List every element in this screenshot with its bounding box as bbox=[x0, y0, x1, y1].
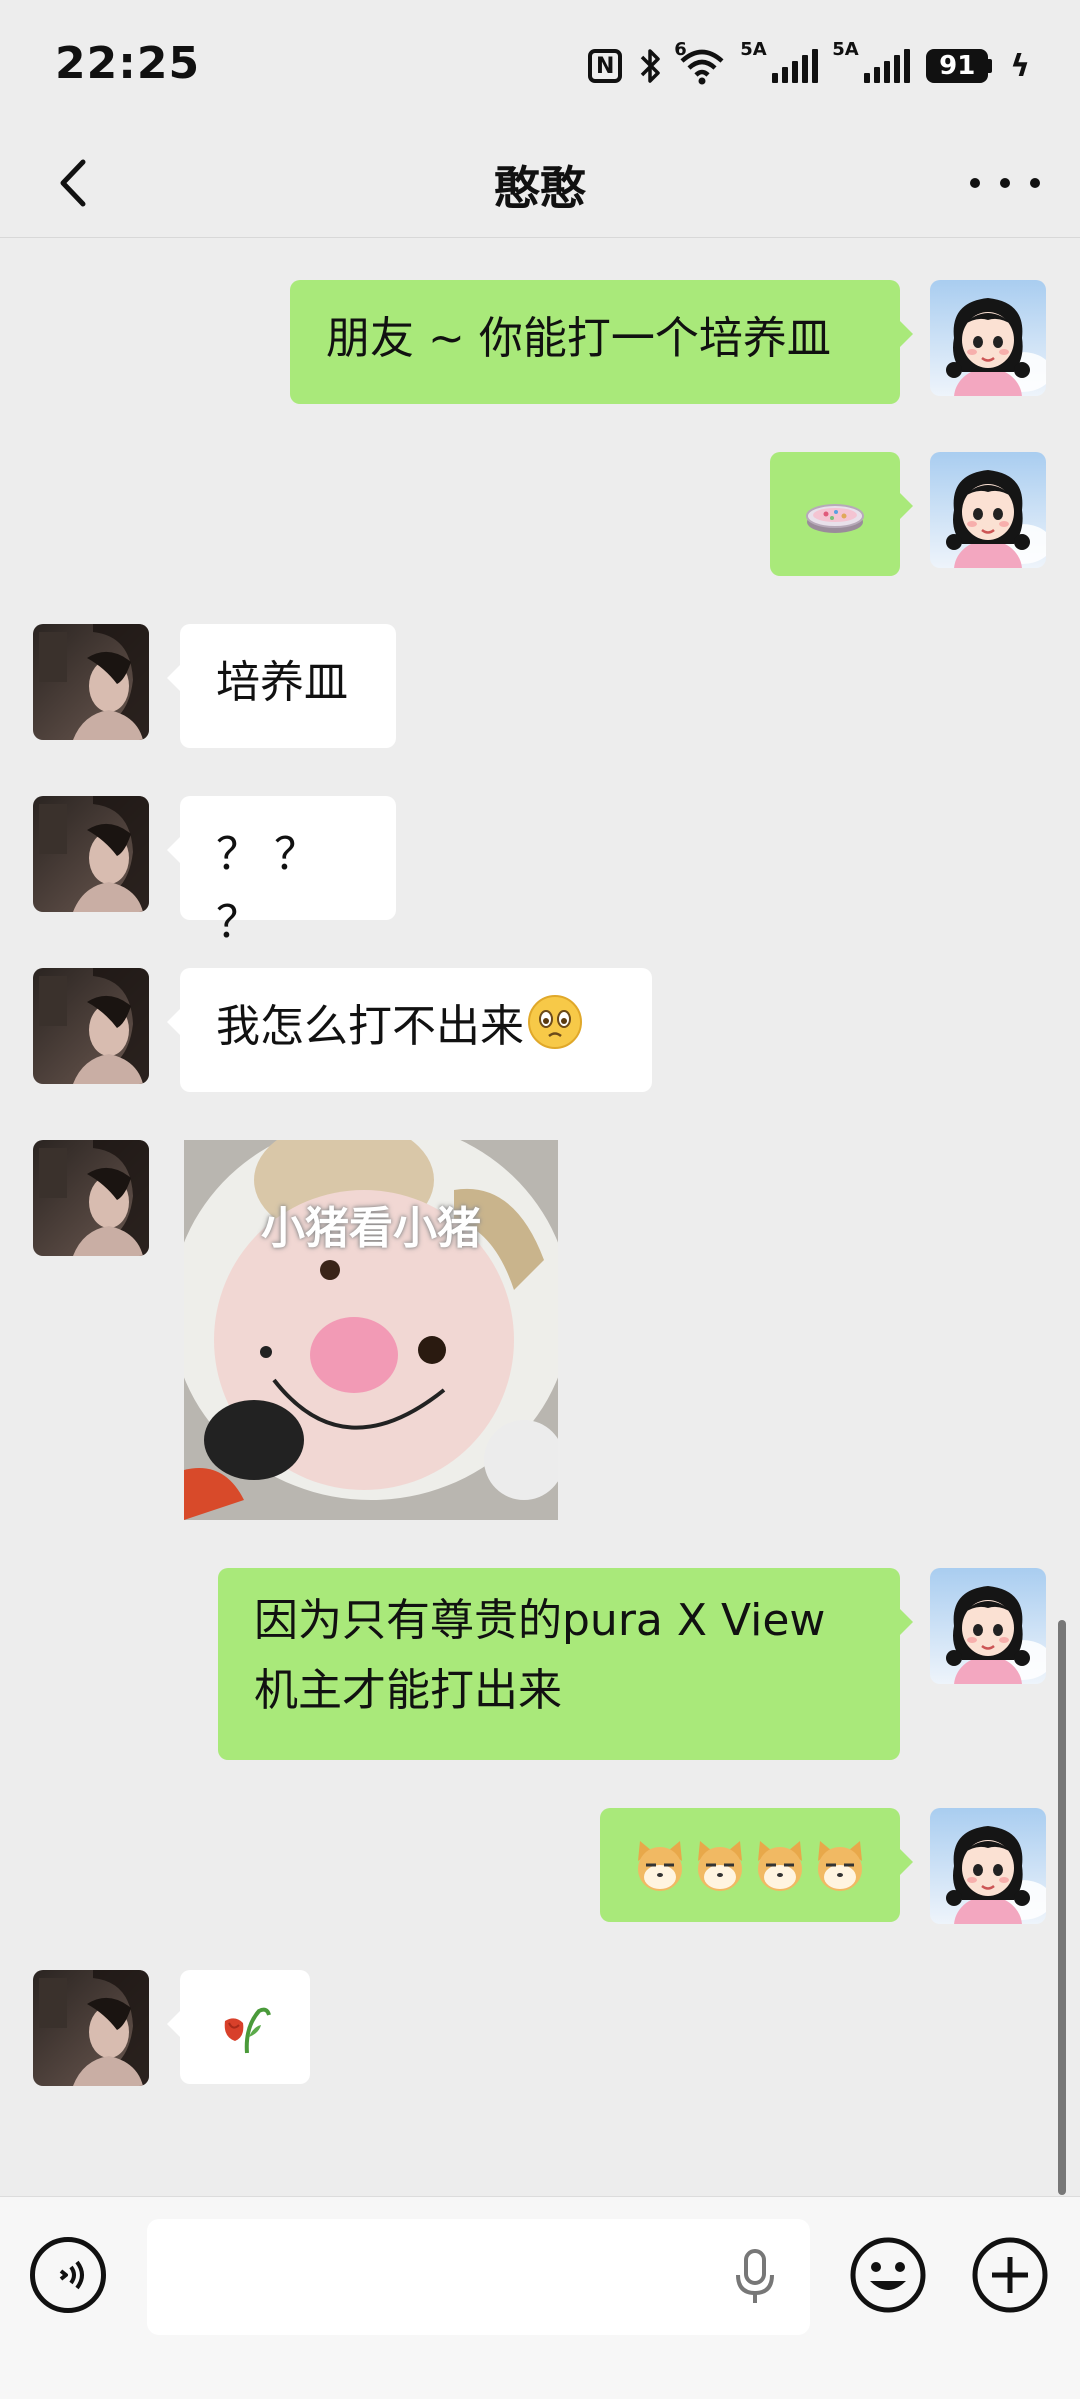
message-bubble-sent[interactable] bbox=[600, 1808, 913, 1922]
contact-avatar[interactable] bbox=[33, 796, 149, 912]
message-text-line: 因为只有尊贵的pura X View bbox=[254, 1595, 826, 1646]
sim1-signal: 5A bbox=[740, 39, 819, 83]
status-icons: N 6 5A 5A 91 ϟ bbox=[588, 39, 1030, 88]
voice-input-button[interactable] bbox=[30, 2237, 106, 2313]
message-bubble-received[interactable] bbox=[167, 1970, 310, 2084]
doge-emoji bbox=[698, 1841, 742, 1891]
message-text-line: 机主才能打出来 bbox=[254, 1665, 562, 1716]
self-avatar[interactable] bbox=[930, 1808, 1046, 1924]
nfc-icon: N bbox=[588, 49, 623, 83]
voice-icon bbox=[59, 2260, 84, 2290]
bluetooth-icon bbox=[640, 49, 660, 83]
status-time: 22:25 bbox=[55, 38, 201, 89]
petri-dish-emoji bbox=[806, 504, 864, 533]
contact-avatar[interactable] bbox=[33, 968, 149, 1084]
scrollbar[interactable] bbox=[1058, 1620, 1066, 2195]
message-text: 培养皿 bbox=[216, 657, 348, 708]
contact-avatar[interactable] bbox=[33, 1970, 149, 2086]
message-text: 我怎么打不出来 bbox=[216, 1001, 524, 1052]
wilted-rose-emoji bbox=[224, 2007, 271, 2054]
more-icon[interactable] bbox=[970, 158, 1040, 208]
add-icon[interactable] bbox=[970, 2235, 1050, 2315]
chat-header: 憨憨 bbox=[0, 130, 1080, 238]
message-bubble-sent[interactable]: 因为只有尊贵的pura X View 机主才能打出来 bbox=[218, 1568, 913, 1760]
message-bubble-received[interactable]: ？ ？ ？ bbox=[167, 796, 396, 948]
message-text: ？ ？ ？ bbox=[216, 829, 318, 948]
sim2-label: 5A bbox=[832, 39, 859, 60]
sim1-label: 5A bbox=[740, 39, 767, 60]
message-bubble-received[interactable]: 我怎么打不出来 bbox=[167, 968, 652, 1092]
self-avatar[interactable] bbox=[930, 452, 1046, 568]
battery-level: 91 bbox=[926, 49, 989, 83]
message-text: 朋友 ~ 你能打一个培养皿 bbox=[326, 313, 831, 364]
emoji-icon[interactable] bbox=[848, 2235, 928, 2315]
microphone-icon[interactable] bbox=[730, 2247, 780, 2307]
doge-emoji bbox=[638, 1841, 682, 1891]
doge-emoji bbox=[818, 1841, 862, 1891]
sim2-signal: 5A bbox=[832, 39, 911, 83]
chat-title: 憨憨 bbox=[494, 161, 586, 215]
signal-bars-icon bbox=[772, 49, 819, 83]
doge-emoji bbox=[758, 1841, 802, 1891]
contact-avatar[interactable] bbox=[33, 1140, 149, 1256]
input-bar bbox=[0, 2196, 1080, 2399]
wifi-status: 6 bbox=[674, 39, 726, 85]
message-input[interactable] bbox=[147, 2219, 810, 2335]
message-bubble-sent[interactable]: 朋友 ~ 你能打一个培养皿 bbox=[290, 280, 913, 404]
message-bubble-received[interactable]: 培养皿 bbox=[167, 624, 396, 748]
message-bubble-sent[interactable] bbox=[770, 452, 913, 576]
tearful-face-emoji bbox=[528, 995, 582, 1049]
self-avatar[interactable] bbox=[930, 1568, 1046, 1684]
signal-bars-icon bbox=[864, 49, 911, 83]
status-bar: 22:25 N 6 5A 5A 91 ϟ bbox=[0, 0, 1080, 130]
contact-avatar[interactable] bbox=[33, 624, 149, 740]
sticker-image[interactable]: 小猪看小猪 bbox=[184, 1140, 558, 1520]
sticker-caption: 小猪看小猪 bbox=[261, 1203, 481, 1254]
self-avatar[interactable] bbox=[930, 280, 1046, 396]
charging-icon: ϟ bbox=[1010, 48, 1030, 84]
wifi-generation-label: 6 bbox=[674, 39, 687, 60]
battery-icon: 91 bbox=[926, 49, 993, 83]
